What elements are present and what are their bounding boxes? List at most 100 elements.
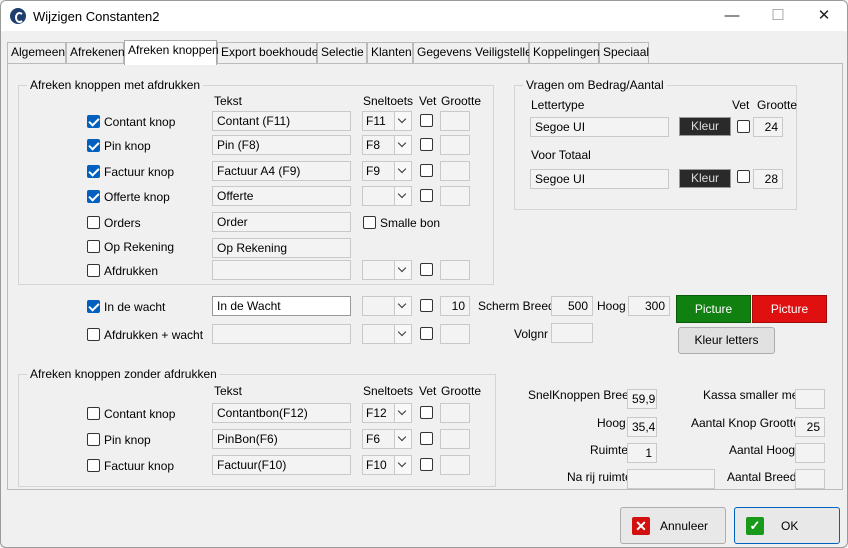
factuur-grootte-input[interactable] bbox=[440, 161, 470, 181]
factuur-vet-checkbox[interactable] bbox=[420, 164, 433, 177]
annuleer-button[interactable]: ✕ Annuleer bbox=[620, 507, 726, 544]
contant-bon-sneltoets-select[interactable]: F12 bbox=[362, 403, 412, 423]
in-de-wacht-grootte-input[interactable]: 10 bbox=[440, 296, 470, 316]
contant-bon-label: Contant knop bbox=[104, 407, 176, 421]
contant-sneltoets-select[interactable]: F11 bbox=[362, 111, 412, 131]
contant-vet-checkbox[interactable] bbox=[420, 114, 433, 127]
contant-bon-grootte-input[interactable] bbox=[440, 403, 470, 423]
voor-totaal-font-input[interactable]: Segoe UI bbox=[530, 169, 669, 189]
picture-red-button[interactable]: Picture bbox=[752, 295, 827, 323]
close-button[interactable]: ✕ bbox=[801, 1, 847, 31]
smalle-bon-checkbox[interactable] bbox=[363, 216, 376, 229]
pin-vet-checkbox[interactable] bbox=[420, 138, 433, 151]
offerte-knop-checkbox[interactable] bbox=[87, 190, 100, 203]
lettertype-grootte-input[interactable]: 24 bbox=[753, 117, 783, 137]
afdrukken-grootte-input[interactable] bbox=[440, 260, 470, 280]
ok-button[interactable]: ✓ OK bbox=[734, 507, 840, 544]
pin-bon-sneltoets-select[interactable]: F6 bbox=[362, 429, 412, 449]
op-rekening-checkbox[interactable] bbox=[87, 240, 100, 253]
tab-klanten[interactable]: Klanten bbox=[367, 42, 413, 63]
afdrukken-wacht-grootte-input[interactable] bbox=[440, 324, 470, 344]
scherm-breed-input[interactable]: 500 bbox=[551, 296, 593, 316]
factuur-bon-vet-checkbox[interactable] bbox=[420, 458, 433, 471]
in-de-wacht-tekst-input[interactable]: In de Wacht bbox=[212, 296, 351, 316]
factuur-bon-grootte-input[interactable] bbox=[440, 455, 470, 475]
minimize-button[interactable]: — bbox=[709, 1, 755, 31]
pin-bon-vet-checkbox[interactable] bbox=[420, 432, 433, 445]
volgnr-input[interactable] bbox=[551, 323, 593, 343]
na-rij-ruimte-input[interactable] bbox=[627, 469, 715, 489]
pin-bon-checkbox[interactable] bbox=[87, 433, 100, 446]
tab-selectie[interactable]: Selectie bbox=[317, 42, 367, 63]
pin-grootte-input[interactable] bbox=[440, 135, 470, 155]
contant-bon-vet-checkbox[interactable] bbox=[420, 406, 433, 419]
pin-tekst-input[interactable]: Pin (F8) bbox=[212, 135, 351, 155]
voor-totaal-vet-checkbox[interactable] bbox=[737, 170, 750, 183]
aantal-knop-grootte-input[interactable]: 25 bbox=[795, 417, 825, 437]
ruimte-input[interactable]: 1 bbox=[627, 443, 657, 463]
afdrukken-wacht-vet-checkbox[interactable] bbox=[420, 327, 433, 340]
sneltoets-value: F8 bbox=[366, 138, 381, 152]
offerte-vet-checkbox[interactable] bbox=[420, 189, 433, 202]
factuur-tekst-input[interactable]: Factuur A4 (F9) bbox=[212, 161, 351, 181]
tab-speciaal[interactable]: Speciaal bbox=[599, 42, 649, 63]
pin-bon-tekst-input[interactable]: PinBon(F6) bbox=[212, 429, 351, 449]
afdrukken-checkbox[interactable] bbox=[87, 264, 100, 277]
offerte-grootte-input[interactable] bbox=[440, 186, 470, 206]
maximize-button[interactable]: ☐ bbox=[755, 1, 801, 31]
pin-bon-grootte-input[interactable] bbox=[440, 429, 470, 449]
factuur-knop-checkbox[interactable] bbox=[87, 165, 100, 178]
annuleer-label: Annuleer bbox=[660, 519, 709, 533]
tab-koppelingen[interactable]: Koppelingen bbox=[529, 42, 600, 63]
chevron-down-icon bbox=[394, 187, 411, 205]
orders-tekst-input[interactable]: Order bbox=[212, 212, 351, 232]
snelknoppen-breed-input[interactable]: 59,9 bbox=[627, 389, 657, 409]
aantal-hoog-input[interactable] bbox=[795, 443, 825, 463]
afdrukken-label: Afdrukken bbox=[104, 264, 159, 278]
contant-tekst-input[interactable]: Contant (F11) bbox=[212, 111, 351, 131]
afdrukken-tekst-input[interactable] bbox=[212, 260, 351, 280]
factuur-sneltoets-select[interactable]: F9 bbox=[362, 161, 412, 181]
hoog-input[interactable]: 300 bbox=[628, 296, 670, 316]
kassa-smaller-input[interactable] bbox=[795, 389, 825, 409]
factuur-bon-checkbox[interactable] bbox=[87, 459, 100, 472]
pin-sneltoets-select[interactable]: F8 bbox=[362, 135, 412, 155]
tab-export-boekhouden[interactable]: Export boekhouden bbox=[217, 42, 325, 63]
op-rekening-tekst-input[interactable]: Op Rekening bbox=[212, 238, 351, 258]
header-sneltoets: Sneltoets bbox=[363, 94, 414, 108]
in-de-wacht-checkbox[interactable] bbox=[87, 300, 100, 313]
header-tekst: Tekst bbox=[214, 94, 243, 108]
lettertype-vet-checkbox[interactable] bbox=[737, 120, 750, 133]
tab-gegevens-veiligstellen[interactable]: Gegevens Veiligstellen bbox=[413, 42, 538, 63]
contant-grootte-input[interactable] bbox=[440, 111, 470, 131]
lettertype-font-input[interactable]: Segoe UI bbox=[530, 117, 669, 137]
factuur-bon-tekst-input[interactable]: Factuur(F10) bbox=[212, 455, 351, 475]
afdrukken-wacht-checkbox[interactable] bbox=[87, 328, 100, 341]
kleur-letters-button[interactable]: Kleur letters bbox=[678, 327, 775, 354]
tab-afrekenen[interactable]: Afrekenen bbox=[66, 42, 125, 63]
kleur1-button[interactable]: Kleur bbox=[679, 117, 731, 136]
kleur2-button[interactable]: Kleur bbox=[679, 169, 731, 188]
in-de-wacht-sneltoets-select[interactable] bbox=[362, 296, 412, 316]
contant-knop-checkbox[interactable] bbox=[87, 115, 100, 128]
picture-green-button[interactable]: Picture bbox=[676, 295, 751, 323]
offerte-sneltoets-select[interactable] bbox=[362, 186, 412, 206]
tab-afreken-knoppen[interactable]: Afreken knoppen bbox=[124, 40, 219, 65]
offerte-tekst-input[interactable]: Offerte bbox=[212, 186, 351, 206]
orders-checkbox[interactable] bbox=[87, 216, 100, 229]
contant-knop-label: Contant knop bbox=[104, 115, 176, 129]
afdrukken-wacht-sneltoets-select[interactable] bbox=[362, 324, 412, 344]
aantal-breed-input[interactable] bbox=[795, 469, 825, 489]
contant-bon-checkbox[interactable] bbox=[87, 407, 100, 420]
tab-algemeen[interactable]: Algemeen bbox=[7, 42, 66, 63]
snel-hoog-input[interactable]: 35,4 bbox=[627, 417, 657, 437]
window-title: Wijzigen Constanten2 bbox=[33, 9, 160, 24]
contant-bon-tekst-input[interactable]: Contantbon(F12) bbox=[212, 403, 351, 423]
factuur-bon-sneltoets-select[interactable]: F10 bbox=[362, 455, 412, 475]
pin-knop-checkbox[interactable] bbox=[87, 139, 100, 152]
voor-totaal-grootte-input[interactable]: 28 bbox=[753, 169, 783, 189]
afdrukken-wacht-tekst-input[interactable] bbox=[212, 324, 351, 344]
afdrukken-vet-checkbox[interactable] bbox=[420, 263, 433, 276]
afdrukken-sneltoets-select[interactable] bbox=[362, 260, 412, 280]
in-de-wacht-vet-checkbox[interactable] bbox=[420, 299, 433, 312]
